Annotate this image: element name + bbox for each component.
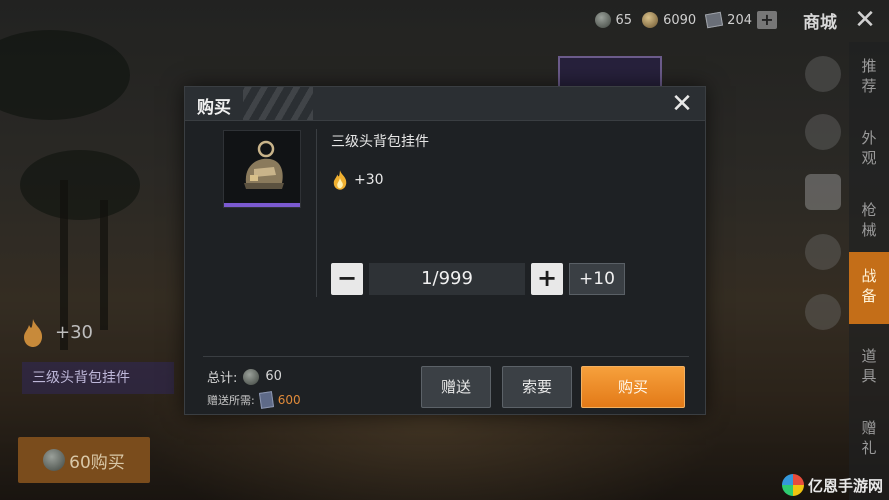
- voucher-icon: [705, 11, 724, 29]
- divider: [203, 356, 689, 357]
- quick-buy-button[interactable]: 60购买: [18, 437, 150, 483]
- silver-coin-icon: [594, 12, 611, 28]
- nav-recommend[interactable]: 推荐: [849, 42, 889, 114]
- vehicle-helmet-icon[interactable]: [805, 234, 841, 270]
- dialog-header: 购买 ✕: [185, 87, 705, 121]
- category-icon-column: [797, 42, 849, 342]
- gift-cost: 赠送所需: 600: [207, 391, 301, 409]
- popularity-bonus: +30: [331, 169, 384, 191]
- boat-icon[interactable]: [805, 294, 841, 330]
- add-currency-button[interactable]: +: [757, 11, 777, 29]
- flame-icon: [24, 319, 43, 347]
- divider: [316, 129, 317, 297]
- item-thumbnail: [223, 130, 301, 208]
- decrease-quantity-button[interactable]: −: [331, 263, 363, 295]
- item-name: 三级头背包挂件: [331, 134, 429, 150]
- flame-bonus-text: +30: [55, 322, 93, 343]
- currency-bar: 65 6090 204 +: [594, 6, 777, 34]
- gift-button[interactable]: 赠送: [421, 366, 491, 408]
- increase-quantity-button[interactable]: +: [531, 263, 563, 295]
- nav-gifts[interactable]: 赠礼: [849, 404, 889, 476]
- bp-coin-icon: [642, 12, 659, 28]
- site-watermark: 亿恩手游网: [781, 474, 883, 496]
- buy-button[interactable]: 购买: [581, 366, 685, 408]
- rarity-bar: [224, 203, 300, 207]
- silver-coin-balance: 65: [594, 12, 632, 28]
- dialog-title: 购买: [197, 98, 231, 118]
- purchase-dialog: 购买 ✕ 三级头背包挂件 +30 − 1/999 + +10 总计: 60 赠送: [184, 86, 706, 415]
- add-ten-button[interactable]: +10: [569, 263, 625, 295]
- nav-gear[interactable]: 战备: [849, 252, 889, 324]
- silver-coin-icon: [243, 368, 260, 385]
- helmet-icon[interactable]: [805, 56, 841, 92]
- silver-coin-icon: [43, 449, 66, 471]
- nav-items[interactable]: 道具: [849, 332, 889, 404]
- selected-item-name: 三级头背包挂件: [22, 362, 174, 394]
- gift-card-icon: [258, 391, 274, 409]
- pendant-icon[interactable]: [805, 174, 841, 210]
- quantity-stepper: − 1/999 + +10: [331, 263, 625, 295]
- shop-title: 商城: [803, 13, 837, 33]
- request-button[interactable]: 索要: [502, 366, 572, 408]
- helmet-pendant-icon: [244, 140, 284, 189]
- close-shop-icon[interactable]: ✕: [845, 4, 885, 36]
- close-icon[interactable]: ✕: [667, 89, 697, 119]
- nav-weapons[interactable]: 枪械: [849, 186, 889, 258]
- nav-appearance[interactable]: 外观: [849, 114, 889, 186]
- outfit-icon[interactable]: [805, 114, 841, 150]
- quantity-input[interactable]: 1/999: [369, 263, 525, 295]
- total-cost: 总计: 60: [207, 368, 282, 386]
- voucher-balance: 204 +: [705, 11, 777, 29]
- site-logo-icon: [781, 474, 804, 496]
- right-category-nav: 推荐 外观 枪械 战备 道具 赠礼: [849, 42, 889, 500]
- flame-icon: [333, 170, 347, 190]
- bp-coin-balance: 6090: [642, 12, 696, 28]
